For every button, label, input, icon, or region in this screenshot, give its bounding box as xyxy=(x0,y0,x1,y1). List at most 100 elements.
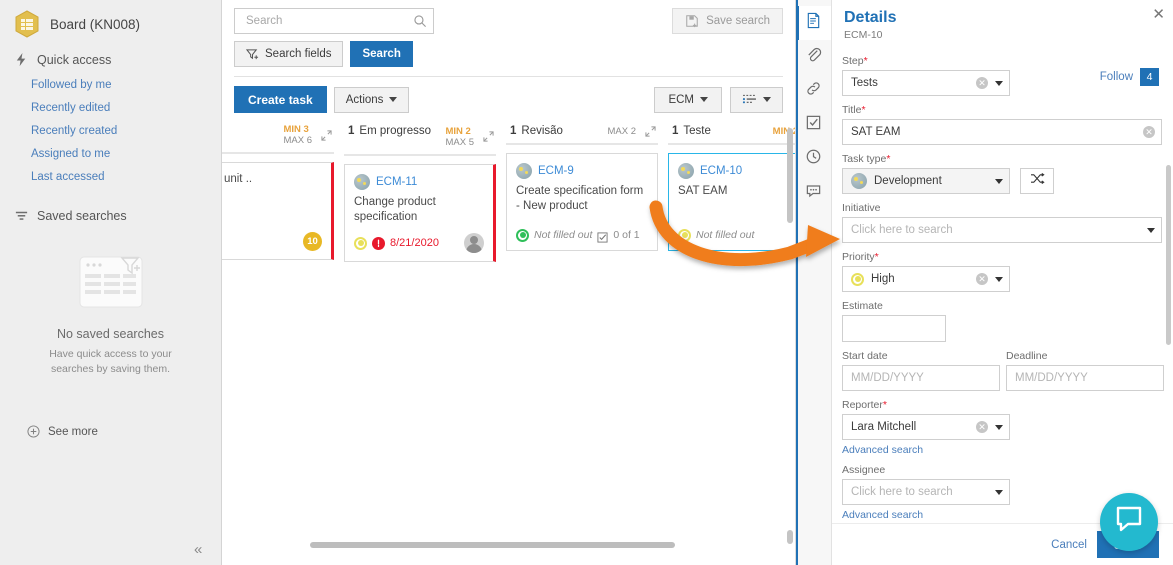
deadline-placeholder: MM/DD/YYYY xyxy=(1015,372,1088,384)
task-card[interactable]: ECM-9 Create specification form - New pr… xyxy=(506,152,658,251)
saved-searches-header[interactable]: Saved searches xyxy=(0,202,221,227)
actions-dropdown[interactable]: Actions xyxy=(333,86,410,113)
board-vertical-scrollbar[interactable] xyxy=(787,128,793,268)
actions-label: Actions xyxy=(345,93,384,106)
rail-tab-details[interactable] xyxy=(796,6,831,40)
board-horizontal-scrollbar[interactable] xyxy=(310,542,760,548)
chat-fab-button[interactable] xyxy=(1100,493,1158,551)
task-card-key[interactable]: ECM-9 xyxy=(538,165,574,177)
search-fields-button[interactable]: Search fields xyxy=(234,41,344,67)
task-card-title: Change product specification xyxy=(354,195,436,224)
follow-count-badge: 4 xyxy=(1140,68,1159,86)
priority-select[interactable]: High ✕ xyxy=(842,266,1010,292)
sidebar-collapse-button[interactable]: « xyxy=(194,542,202,557)
rail-tab-attachments[interactable] xyxy=(796,40,831,74)
clear-icon[interactable]: ✕ xyxy=(1143,126,1155,138)
chevron-down-icon xyxy=(995,178,1003,184)
clear-icon[interactable]: ✕ xyxy=(976,77,988,89)
checklist-icon xyxy=(597,230,608,243)
task-type-select[interactable]: Development xyxy=(842,168,1010,194)
quick-access-label: Quick access xyxy=(37,52,112,67)
see-more-label: See more xyxy=(48,425,98,438)
board-title: Board (KN008) xyxy=(50,16,141,32)
clear-icon[interactable]: ✕ xyxy=(976,421,988,433)
scrollbar-thumb[interactable] xyxy=(310,542,675,548)
saved-searches-label: Saved searches xyxy=(37,208,127,223)
rail-tab-history[interactable] xyxy=(796,142,831,176)
task-card[interactable]: ver to unit .. 10 xyxy=(222,161,334,260)
kanban-column-2-limits: MAX 2 xyxy=(607,126,636,138)
hexagon-board-icon xyxy=(14,10,40,38)
quick-access-header[interactable]: Quick access xyxy=(0,46,221,71)
document-icon xyxy=(805,12,822,34)
create-task-button[interactable]: Create task xyxy=(234,86,327,113)
task-card[interactable]: ECM-11 Change product specification 8/21… xyxy=(344,163,496,263)
kanban-column-3-header: 1 Teste MIN 2 xyxy=(668,125,795,143)
close-icon[interactable]: ✕ xyxy=(1152,7,1165,22)
expand-icon[interactable] xyxy=(321,130,332,142)
rail-tab-comments[interactable] xyxy=(796,176,831,210)
search-input-wrapper[interactable] xyxy=(234,8,434,34)
expand-icon[interactable] xyxy=(483,131,494,143)
initiative-select[interactable]: Click here to search xyxy=(842,217,1162,243)
details-header: Details ECM-10 ✕ xyxy=(832,0,1173,41)
title-input[interactable]: SAT EAM ✕ xyxy=(842,119,1162,145)
cancel-button[interactable]: Cancel xyxy=(1051,539,1087,551)
priority-icon xyxy=(354,236,367,250)
details-panel: Details ECM-10 ✕ Follow 4 Step* Tests ✕ xyxy=(795,0,1173,565)
clear-icon[interactable]: ✕ xyxy=(976,273,988,285)
step-label: Step* xyxy=(842,55,1159,67)
search-button[interactable]: Search xyxy=(350,41,413,67)
follow-area: Follow 4 xyxy=(1100,68,1159,86)
task-card-header: ECM-10 xyxy=(678,162,795,179)
kanban-column-0-max: MAX 6 xyxy=(283,134,312,146)
task-type-icon xyxy=(354,173,370,190)
priority-label: Priority* xyxy=(842,251,1159,263)
rail-tab-links[interactable] xyxy=(796,74,831,108)
search-input[interactable] xyxy=(244,14,413,28)
sidebar-link-followed-by-me[interactable]: Followed by me xyxy=(0,73,221,96)
assignee-label: Assignee xyxy=(842,464,886,476)
project-label: ECM xyxy=(668,93,694,106)
board-header[interactable]: Board (KN008) xyxy=(0,0,221,46)
start-date-input[interactable]: MM/DD/YYYY xyxy=(842,365,1000,391)
task-card-footer: 8/21/2020 xyxy=(354,225,484,254)
task-card-key[interactable]: ECM-10 xyxy=(700,165,742,177)
rail-tab-checklist[interactable] xyxy=(796,108,831,142)
view-mode-dropdown[interactable] xyxy=(730,86,783,113)
sidebar-link-recently-created[interactable]: Recently created xyxy=(0,119,221,142)
task-type-row: Development xyxy=(842,168,1159,194)
task-card-title: Create specification form - New product xyxy=(516,184,644,213)
sidebar-link-last-accessed[interactable]: Last accessed xyxy=(0,165,221,188)
task-card[interactable]: ECM-10 SAT EAM Not filled out xyxy=(668,152,795,251)
change-task-type-button[interactable] xyxy=(1020,168,1054,194)
assignee-select[interactable]: Click here to search xyxy=(842,479,1010,505)
task-card-footer: Not filled out 0 of 1 xyxy=(516,221,648,243)
sidebar: Board (KN008) Quick access Followed by m… xyxy=(0,0,222,565)
deadline-input[interactable]: MM/DD/YYYY xyxy=(1006,365,1164,391)
filter-plus-icon xyxy=(245,48,259,61)
sidebar-link-assigned-to-me[interactable]: Assigned to me xyxy=(0,142,221,165)
sidebar-link-recently-edited[interactable]: Recently edited xyxy=(0,96,221,119)
follow-button[interactable]: Follow xyxy=(1100,71,1133,83)
initiative-label: Initiative xyxy=(842,202,881,214)
task-card-key[interactable]: ECM-11 xyxy=(376,176,417,188)
initiative-placeholder: Click here to search xyxy=(851,224,953,236)
task-type-icon xyxy=(678,162,694,179)
see-more-button[interactable]: See more xyxy=(0,425,221,438)
details-scrollbar[interactable] xyxy=(1166,165,1171,465)
expand-icon[interactable] xyxy=(645,126,656,137)
step-select[interactable]: Tests ✕ xyxy=(842,70,1010,96)
kanban-column-1-max: MAX 5 xyxy=(445,136,474,148)
board-vertical-scrollbar-bottom[interactable] xyxy=(787,530,793,544)
save-search-button[interactable]: Save search xyxy=(672,8,783,34)
chevron-down-icon xyxy=(389,97,398,102)
estimate-input[interactable] xyxy=(842,315,946,342)
reporter-select[interactable]: Lara Mitchell ✕ xyxy=(842,414,1010,440)
details-icon-rail xyxy=(796,0,832,565)
kanban-column-1-min: MIN 2 xyxy=(445,126,471,137)
chevron-down-icon xyxy=(1147,227,1155,233)
task-card-header: ECM-9 xyxy=(516,162,648,179)
project-dropdown[interactable]: ECM xyxy=(654,86,722,113)
reporter-advanced-search-link[interactable]: Advanced search xyxy=(842,444,1159,456)
